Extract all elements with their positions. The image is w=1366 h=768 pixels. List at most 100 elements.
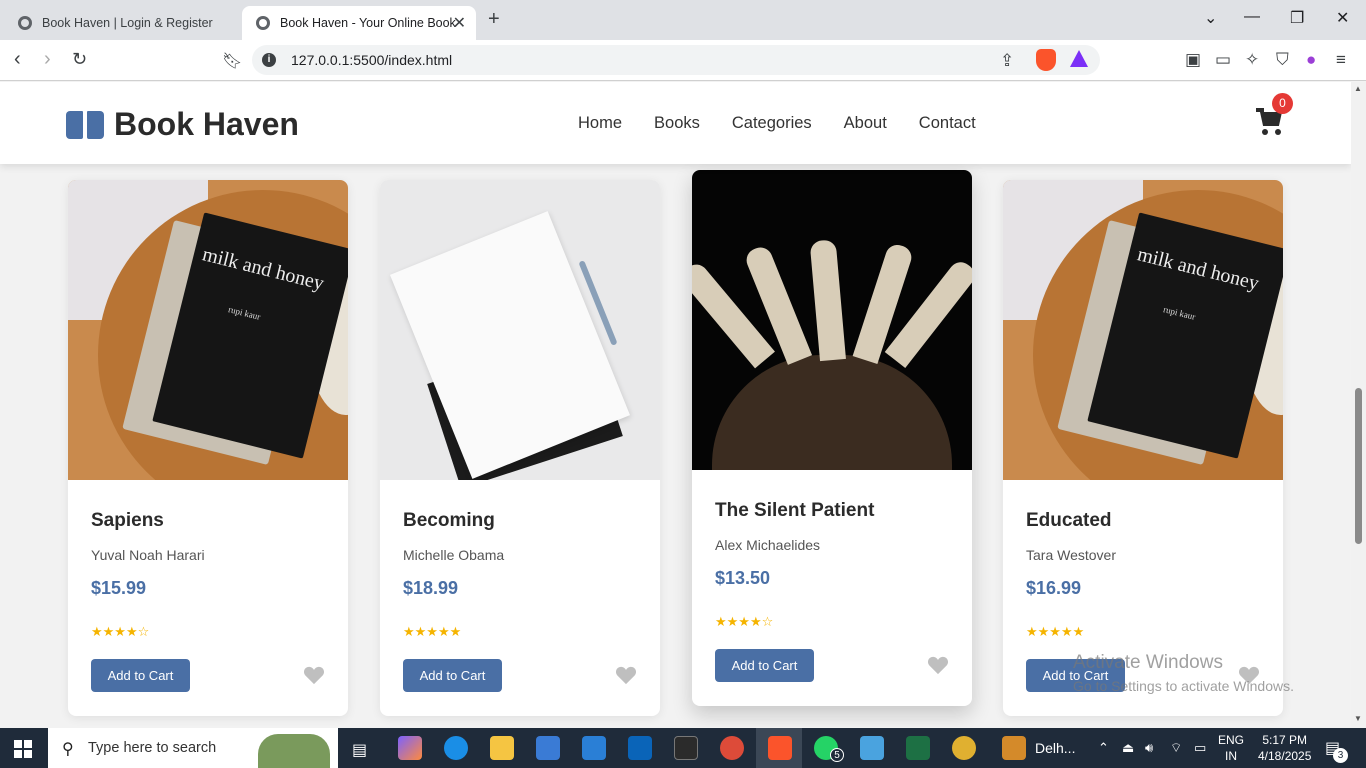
edge-icon[interactable]: [444, 736, 468, 760]
back-icon[interactable]: ‹: [14, 48, 21, 71]
scrollbar-thumb[interactable]: [1355, 388, 1362, 544]
brave-icon[interactable]: [768, 736, 792, 760]
book-title: Educated: [1026, 510, 1112, 531]
book-author: Yuval Noah Harari: [91, 547, 205, 563]
network-icon[interactable]: ⌔: [1170, 740, 1182, 756]
brave-rewards-icon[interactable]: [1070, 50, 1088, 67]
nav-home[interactable]: Home: [578, 114, 622, 133]
book-author: Tara Westover: [1026, 547, 1116, 563]
search-highlight-image: [258, 734, 330, 768]
book-image: [692, 170, 972, 470]
scroll-down-icon[interactable]: ▼: [1354, 714, 1362, 723]
share-icon[interactable]: ⇪: [1000, 51, 1014, 71]
menu-icon[interactable]: ≡: [1336, 50, 1346, 70]
brave-shields-icon[interactable]: [1036, 49, 1056, 71]
reload-icon[interactable]: ↻: [72, 49, 87, 70]
site-header: Book Haven Home Books Categories About C…: [0, 82, 1351, 164]
tab-login-register[interactable]: Book Haven | Login & Register: [4, 6, 240, 40]
watermark-subtitle: Go to Settings to activate Windows.: [1073, 678, 1294, 694]
tab-title: Book Haven | Login & Register: [42, 16, 213, 30]
star-rating: ★★★★★: [403, 624, 462, 639]
globe-icon: [256, 16, 270, 30]
sidebar-icon[interactable]: ▣: [1185, 50, 1201, 70]
windows-taskbar: ⚲ Type here to search ▤ 5 Delh... ⌃ ⏏ 🔊︎…: [0, 728, 1366, 768]
volume-icon[interactable]: 🔊︎: [1145, 740, 1153, 756]
book-card: milk and honey rupi kaur Educated Tara W…: [1003, 180, 1283, 716]
copilot-icon[interactable]: [398, 736, 422, 760]
file-explorer-icon[interactable]: [490, 736, 514, 760]
star-rating: ★★★★☆: [715, 614, 774, 629]
control-panel-icon[interactable]: [860, 736, 884, 760]
search-icon: ⚲: [62, 741, 74, 758]
excel-icon[interactable]: [906, 736, 930, 760]
store-icon[interactable]: [536, 736, 560, 760]
page-scrollbar[interactable]: ▲ ▼: [1351, 82, 1366, 727]
book-image: milk and honey rupi kaur: [68, 180, 348, 480]
clock-date: 4/18/2025: [1258, 749, 1312, 763]
terminal-icon[interactable]: [674, 736, 698, 760]
restore-icon[interactable]: ❐: [1290, 8, 1304, 28]
nav-contact[interactable]: Contact: [919, 114, 976, 133]
watermark-title: Activate Windows: [1073, 652, 1223, 673]
bookmark-icon[interactable]: 🔖︎: [222, 51, 242, 71]
scroll-up-icon[interactable]: ▲: [1354, 84, 1362, 93]
site-info-icon[interactable]: i: [262, 53, 276, 67]
heart-icon[interactable]: [303, 665, 325, 685]
cart-count-badge: 0: [1272, 93, 1293, 114]
add-to-cart-button[interactable]: Add to Cart: [715, 649, 814, 682]
vscode-icon[interactable]: [582, 736, 606, 760]
pinned-app-icon[interactable]: [1002, 736, 1026, 760]
book-price: $18.99: [403, 578, 459, 598]
star-rating: ★★★★★: [1026, 624, 1085, 639]
heart-icon[interactable]: [615, 665, 637, 685]
battery-icon[interactable]: ▭: [1194, 740, 1206, 756]
wallet-icon[interactable]: ▭: [1215, 50, 1231, 70]
language-indicator[interactable]: ENG IN: [1218, 732, 1244, 764]
minimize-icon[interactable]: —: [1244, 8, 1260, 26]
heart-icon[interactable]: [927, 655, 949, 675]
pinned-app-label[interactable]: Delh...: [1035, 740, 1075, 756]
nav-about[interactable]: About: [844, 114, 887, 133]
new-tab-icon[interactable]: +: [488, 8, 500, 31]
tab-book-haven[interactable]: Book Haven - Your Online Book ✕: [242, 6, 476, 40]
nav-categories[interactable]: Categories: [732, 114, 812, 133]
url-field[interactable]: i 127.0.0.1:5500/index.html ⇪: [252, 45, 1100, 75]
chrome-profile-icon[interactable]: [952, 736, 976, 760]
show-hidden-icons-icon[interactable]: ⌃: [1098, 740, 1109, 756]
close-tab-icon[interactable]: ✕: [453, 13, 466, 33]
clock[interactable]: 5:17 PM 4/18/2025: [1258, 732, 1311, 764]
search-placeholder: Type here to search: [88, 740, 217, 756]
add-to-cart-button[interactable]: Add to Cart: [91, 659, 190, 692]
leo-ai-icon[interactable]: ✧: [1245, 50, 1259, 70]
windows-start-icon[interactable]: [14, 740, 32, 758]
vpn-icon[interactable]: ⛉: [1276, 50, 1289, 70]
book-image: milk and honey rupi kaur: [1003, 180, 1283, 480]
url-text: 127.0.0.1:5500/index.html: [291, 52, 453, 68]
outlook-icon[interactable]: [628, 736, 652, 760]
region-code: IN: [1225, 749, 1237, 763]
forward-icon[interactable]: ›: [44, 48, 51, 71]
task-view-icon[interactable]: ▤: [352, 740, 367, 760]
clock-time: 5:17 PM: [1262, 733, 1308, 747]
book-title: The Silent Patient: [715, 500, 875, 521]
tab-search-chevron-icon[interactable]: ⌄: [1204, 8, 1217, 28]
close-window-icon[interactable]: ✕: [1336, 8, 1349, 28]
whatsapp-badge: 5: [830, 748, 844, 762]
book-price: $13.50: [715, 568, 771, 588]
logo[interactable]: Book Haven: [66, 106, 299, 143]
book-title: Sapiens: [91, 510, 164, 531]
add-to-cart-button[interactable]: Add to Cart: [403, 659, 502, 692]
book-author: Alex Michaelides: [715, 537, 821, 553]
star-rating: ★★★★☆: [91, 624, 150, 639]
book-card: The Silent Patient Alex Michaelides $13.…: [692, 170, 972, 706]
nav-books[interactable]: Books: [654, 114, 700, 133]
browser-tab-strip: Book Haven | Login & Register Book Haven…: [0, 0, 1366, 40]
book-price: $16.99: [1026, 578, 1082, 598]
logo-text: Book Haven: [114, 106, 299, 142]
language-code: ENG: [1218, 733, 1245, 747]
main-nav: Home Books Categories About Contact: [578, 114, 1008, 133]
taskbar-search-box[interactable]: ⚲ Type here to search: [48, 728, 338, 768]
usb-icon[interactable]: ⏏: [1122, 740, 1134, 756]
profile-icon[interactable]: ●: [1306, 50, 1316, 70]
chrome-icon[interactable]: [720, 736, 744, 760]
